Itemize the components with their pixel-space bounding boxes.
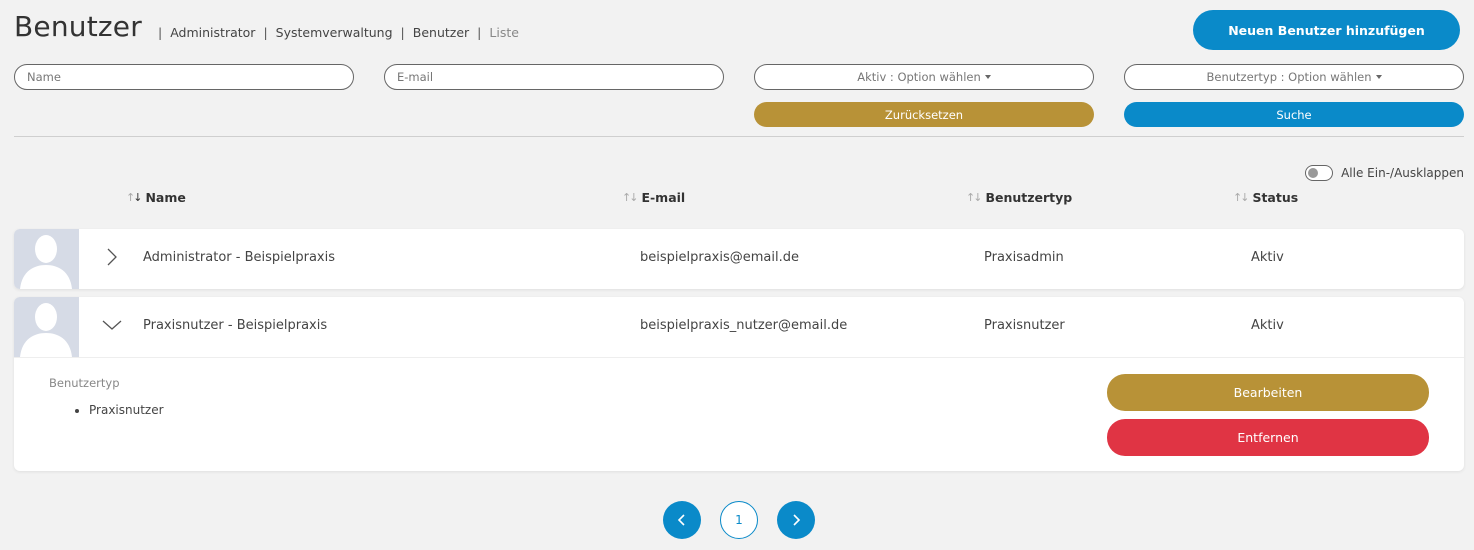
avatar	[14, 297, 79, 357]
user-name: Administrator - Beispielpraxis	[143, 250, 335, 265]
reset-button[interactable]: Zurücksetzen	[754, 102, 1094, 127]
active-filter-select[interactable]: Aktiv : Option wählen	[754, 64, 1094, 90]
user-email: beispielpraxis@email.de	[640, 250, 799, 265]
chevron-down-icon[interactable]	[102, 315, 122, 335]
user-status: Aktiv	[1251, 250, 1284, 265]
edit-button[interactable]: Bearbeiten	[1107, 374, 1429, 411]
chevron-right-icon	[793, 514, 801, 526]
chevron-right-icon[interactable]	[102, 247, 122, 267]
expand-all-toggle[interactable]	[1305, 165, 1334, 181]
chevron-left-icon	[677, 514, 685, 526]
type-filter-select-label: Benutzertyp : Option wählen	[1206, 70, 1372, 84]
user-card: Administrator - Beispielpraxis beispielp…	[14, 229, 1464, 289]
user-name: Praxisnutzer - Beispielpraxis	[143, 318, 328, 333]
expand-all-toggle-group: Alle Ein-/Ausklappen	[1305, 165, 1464, 181]
filter-divider	[14, 136, 1464, 137]
user-email: beispielpraxis_nutzer@email.de	[640, 318, 848, 333]
user-type: Praxisnutzer	[984, 318, 1065, 333]
row-details: Benutzertyp Praxisnutzer Bearbeiten Entf…	[14, 357, 1464, 471]
column-header-name[interactable]: ↑↓ Name	[126, 190, 186, 205]
user-silhouette-icon	[20, 235, 72, 289]
sort-icon: ↑↓	[1233, 191, 1250, 204]
details-label: Benutzertyp	[49, 376, 120, 390]
breadcrumb-administrator[interactable]: Administrator	[170, 25, 255, 40]
pagination-prev-button[interactable]	[663, 501, 701, 539]
breadcrumb-benutzer[interactable]: Benutzer	[413, 25, 469, 40]
breadcrumb-liste: Liste	[489, 25, 519, 40]
breadcrumb-systemverwaltung[interactable]: Systemverwaltung	[276, 25, 393, 40]
user-silhouette-icon	[20, 303, 72, 357]
pagination-next-button[interactable]	[777, 501, 815, 539]
sort-icon: ↑↓	[622, 191, 639, 204]
email-filter-input[interactable]	[384, 64, 724, 90]
sort-icon: ↑↓	[966, 191, 983, 204]
name-filter-input[interactable]	[14, 64, 354, 90]
list-item: Praxisnutzer	[89, 403, 164, 417]
user-card-expanded: Praxisnutzer - Beispielpraxis beispielpr…	[14, 297, 1464, 471]
expand-all-label: Alle Ein-/Ausklappen	[1341, 166, 1464, 180]
caret-down-icon	[984, 75, 991, 79]
caret-down-icon	[1375, 75, 1382, 79]
search-button[interactable]: Suche	[1124, 102, 1464, 127]
type-filter-select[interactable]: Benutzertyp : Option wählen	[1124, 64, 1464, 90]
column-header-email[interactable]: ↑↓ E-mail	[622, 190, 685, 205]
column-header-status[interactable]: ↑↓ Status	[1233, 190, 1298, 205]
user-status: Aktiv	[1251, 318, 1284, 333]
avatar	[14, 229, 79, 289]
add-user-button[interactable]: Neuen Benutzer hinzufügen	[1193, 10, 1460, 50]
details-list: Praxisnutzer	[89, 403, 164, 417]
column-header-type[interactable]: ↑↓ Benutzertyp	[966, 190, 1072, 205]
breadcrumb: | Administrator | Systemverwaltung | Ben…	[158, 25, 519, 40]
page-title: Benutzer	[14, 10, 142, 43]
sort-icon: ↑↓	[126, 191, 143, 204]
pagination-page-button[interactable]: 1	[720, 501, 758, 539]
table-row[interactable]: Administrator - Beispielpraxis beispielp…	[14, 229, 1464, 289]
table-row[interactable]: Praxisnutzer - Beispielpraxis beispielpr…	[14, 297, 1464, 357]
delete-button[interactable]: Entfernen	[1107, 419, 1429, 456]
active-filter-select-label: Aktiv : Option wählen	[857, 70, 981, 84]
user-type: Praxisadmin	[984, 250, 1064, 265]
